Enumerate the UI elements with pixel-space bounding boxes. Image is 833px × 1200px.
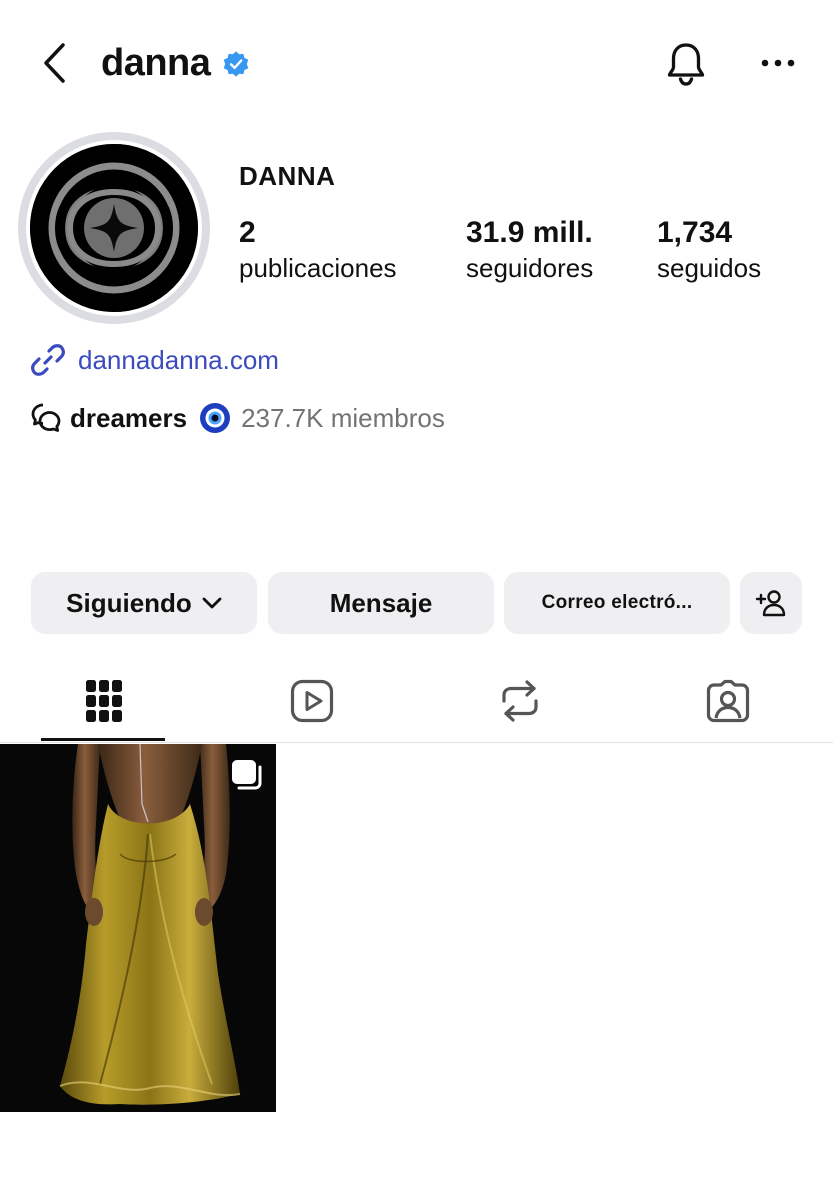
- carousel-icon: [232, 760, 262, 790]
- chevron-left-icon: [44, 43, 65, 83]
- stat-followers-label: seguidores: [466, 253, 594, 283]
- post-image: [0, 744, 276, 1112]
- stat-posts-value: 2: [239, 216, 256, 249]
- add-user-icon: [755, 590, 786, 617]
- stat-posts: 2 publicaciones: [239, 214, 397, 284]
- tagged-user-icon: [706, 679, 750, 723]
- following-button[interactable]: Siguiendo: [31, 572, 257, 634]
- channel-name: dreamers: [70, 402, 188, 433]
- tab-reposts[interactable]: [416, 660, 624, 742]
- avatar-logo: [30, 144, 198, 312]
- email-button[interactable]: Correo electró...: [504, 572, 730, 634]
- reels-icon: [290, 679, 334, 723]
- email-button-label: Correo electró...: [541, 592, 693, 613]
- stat-following-value: 1,734: [657, 216, 733, 249]
- tabs-divider: [0, 742, 833, 743]
- stat-following[interactable]: 1,734 seguidos: [657, 214, 761, 284]
- profile-avatar[interactable]: [18, 132, 210, 324]
- link-icon: [31, 344, 65, 376]
- profile-username: danna: [101, 42, 211, 84]
- stat-following-label: seguidos: [657, 253, 762, 283]
- grid-icon: [86, 680, 122, 722]
- broadcast-channel[interactable]: dreamers 237.7K miembros: [30, 398, 445, 438]
- profile-link[interactable]: dannadanna.com: [30, 340, 279, 380]
- broadcast-channel-icon: [31, 403, 61, 432]
- following-button-label: Siguiendo: [66, 587, 192, 618]
- suggested-users-button[interactable]: [740, 572, 802, 634]
- profile-header: danna: [0, 0, 833, 128]
- bell-icon: [667, 43, 705, 86]
- channel-members: 237.7K miembros: [241, 402, 445, 433]
- tab-tagged[interactable]: [624, 660, 832, 742]
- profile-tabs: [0, 660, 833, 744]
- stat-followers[interactable]: 31.9 mill. seguidores: [466, 214, 593, 284]
- profile-link-text: dannadanna.com: [78, 344, 279, 375]
- verified-badge-icon: [223, 51, 249, 77]
- more-horizontal-icon: [761, 59, 795, 67]
- profile-display-name: DANNA: [239, 161, 336, 191]
- avatar-image: [30, 144, 198, 312]
- message-button-label: Mensaje: [329, 587, 433, 618]
- more-options-button[interactable]: [752, 42, 804, 84]
- tab-reels[interactable]: [208, 660, 416, 742]
- stat-posts-label: publicaciones: [239, 253, 397, 283]
- tab-posts[interactable]: [0, 660, 208, 742]
- nazar-amulet-emoji: [200, 403, 231, 433]
- avatar-frame: [26, 140, 202, 316]
- active-tab-indicator: [41, 738, 165, 741]
- repost-icon: [502, 680, 538, 722]
- stat-followers-value: 31.9 mill.: [466, 216, 593, 249]
- post-thumbnail[interactable]: [0, 744, 276, 1112]
- back-button[interactable]: [34, 40, 74, 86]
- message-button[interactable]: Mensaje: [268, 572, 494, 634]
- notifications-button[interactable]: [660, 38, 712, 90]
- chevron-down-icon: [202, 597, 222, 609]
